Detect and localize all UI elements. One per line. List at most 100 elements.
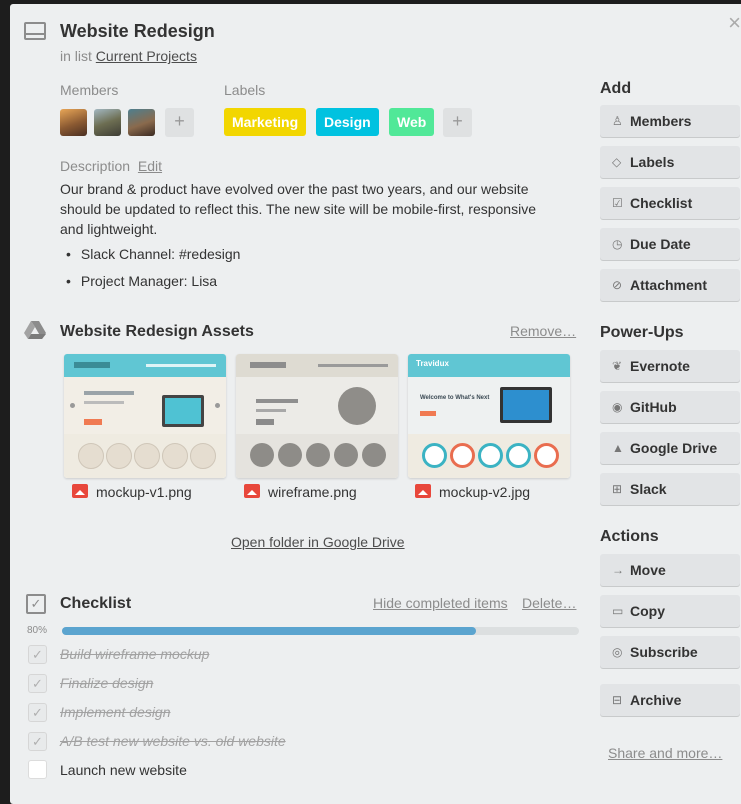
image-file-icon	[244, 484, 260, 498]
checklist-title[interactable]: Checklist	[60, 595, 131, 613]
attachment-thumbnail[interactable]: Travidux Welcome to What's Next	[408, 354, 570, 478]
google-drive-icon	[24, 321, 46, 339]
checklist-checkbox[interactable]	[28, 760, 47, 779]
paperclip-icon: ⊘	[612, 278, 623, 292]
checklist-icon: ✓	[26, 594, 46, 614]
label-marketing[interactable]: Marketing	[224, 108, 307, 136]
button-label: GitHub	[630, 399, 677, 415]
slack-button[interactable]: ⊞ Slack	[600, 473, 740, 505]
card-title[interactable]: Website Redesign	[60, 21, 215, 42]
button-label: Copy	[630, 603, 665, 619]
members-heading: Members	[60, 82, 119, 98]
button-label: Google Drive	[630, 440, 718, 456]
description-bullet: Slack Channel: #redesign	[66, 246, 241, 262]
button-label: Subscribe	[630, 644, 698, 660]
archive-icon: ⊟	[612, 693, 623, 707]
evernote-icon: ❦	[612, 359, 623, 373]
checklist-item[interactable]: Build wireframe mockup	[60, 646, 209, 662]
checklist-checkbox[interactable]: ✓	[28, 645, 47, 664]
open-folder-link[interactable]: Open folder in Google Drive	[231, 534, 405, 550]
slack-icon: ⊞	[612, 482, 623, 496]
google-drive-button[interactable]: ▲ Google Drive	[600, 432, 740, 464]
file-name: mockup-v1.png	[96, 484, 192, 500]
add-member-button[interactable]: +	[165, 108, 194, 137]
checklist-item[interactable]: Implement design	[60, 704, 171, 720]
image-file-icon	[72, 484, 88, 498]
list-prefix: in list	[60, 48, 92, 64]
checklist-button[interactable]: ☑ Checklist	[600, 187, 740, 219]
button-label: Evernote	[630, 358, 690, 374]
checkbox-icon: ☑	[612, 196, 623, 210]
button-label: Move	[630, 562, 666, 578]
file-name: mockup-v2.jpg	[439, 484, 531, 500]
thumbnail-header	[64, 354, 226, 377]
avatar[interactable]	[60, 109, 87, 136]
label-web[interactable]: Web	[389, 108, 435, 136]
checklist-checkbox[interactable]: ✓	[28, 732, 47, 751]
checklist-checkbox[interactable]: ✓	[28, 674, 47, 693]
delete-checklist-link[interactable]: Delete…	[522, 595, 576, 611]
button-label: Attachment	[630, 277, 708, 293]
evernote-button[interactable]: ❦ Evernote	[600, 350, 740, 382]
copy-button[interactable]: ▭ Copy	[600, 595, 740, 627]
arrow-right-icon: →	[612, 563, 624, 577]
checklist-item[interactable]: Finalize design	[60, 675, 153, 691]
button-label: Archive	[630, 692, 682, 708]
tag-icon: ◇	[612, 155, 622, 169]
list-link[interactable]: Current Projects	[96, 48, 197, 64]
attachments-title: Website Redesign Assets	[60, 323, 254, 340]
google-drive-icon: ▲	[612, 441, 624, 455]
edit-description-link[interactable]: Edit	[138, 158, 162, 174]
description-text: Our brand & product have evolved over th…	[60, 181, 536, 237]
thumbnail-body: Welcome to What's Next	[408, 377, 570, 478]
file-name: wireframe.png	[268, 484, 357, 500]
move-button[interactable]: → Move	[600, 554, 740, 586]
thumbnail-body	[64, 377, 226, 478]
thumbnail-brand: Travidux	[416, 359, 449, 368]
description-bullet: Project Manager: Lisa	[66, 273, 217, 289]
github-icon: ◉	[612, 400, 623, 414]
close-icon[interactable]: ×	[728, 10, 741, 36]
thumbnail-header	[236, 354, 398, 377]
share-and-more-link[interactable]: Share and more…	[608, 745, 722, 761]
image-file-icon	[415, 484, 431, 498]
subscribe-button[interactable]: ◎ Subscribe	[600, 636, 740, 668]
card-list-info: in list Current Projects	[60, 48, 197, 64]
checklist-item[interactable]: A/B test new website vs. old website	[60, 733, 286, 749]
button-label: Slack	[630, 481, 667, 497]
attachment-file-name[interactable]: wireframe.png	[244, 484, 357, 500]
archive-button[interactable]: ⊟ Archive	[600, 684, 740, 716]
members-button[interactable]: ♙ Members	[600, 105, 740, 137]
label-design[interactable]: Design	[316, 108, 379, 136]
checklist-progress-bar	[62, 627, 579, 635]
attachment-file-name[interactable]: mockup-v2.jpg	[415, 484, 530, 500]
person-icon: ♙	[612, 114, 623, 128]
due-date-button[interactable]: ◷ Due Date	[600, 228, 740, 260]
clock-icon: ◷	[612, 237, 623, 251]
thumbnail-hero-text: Welcome to What's Next	[420, 395, 490, 401]
thumbnail-body	[236, 377, 398, 478]
hide-completed-link[interactable]: Hide completed items	[373, 595, 508, 611]
attachment-thumbnail[interactable]	[236, 354, 398, 478]
avatar[interactable]	[94, 109, 121, 136]
avatar[interactable]	[128, 109, 155, 136]
attachment-file-name[interactable]: mockup-v1.png	[72, 484, 192, 500]
remove-attachment-link[interactable]: Remove…	[510, 323, 576, 339]
button-label: Labels	[630, 154, 675, 170]
powerups-heading: Power-Ups	[600, 324, 684, 341]
actions-heading: Actions	[600, 528, 659, 545]
add-label-button[interactable]: +	[443, 108, 472, 137]
checklist-checkbox[interactable]: ✓	[28, 703, 47, 722]
description-label: Description	[60, 158, 131, 174]
checklist-progress-fill	[62, 627, 476, 635]
button-label: Due Date	[630, 236, 691, 252]
checklist-item[interactable]: Launch new website	[60, 762, 187, 778]
description-heading: Description Edit	[60, 158, 162, 174]
button-label: Members	[630, 113, 692, 129]
github-button[interactable]: ◉ GitHub	[600, 391, 740, 423]
attachment-button[interactable]: ⊘ Attachment	[600, 269, 740, 301]
eye-icon: ◎	[612, 645, 623, 659]
thumbnail-header: Travidux	[408, 354, 570, 377]
attachment-thumbnail[interactable]	[64, 354, 226, 478]
labels-button[interactable]: ◇ Labels	[600, 146, 740, 178]
